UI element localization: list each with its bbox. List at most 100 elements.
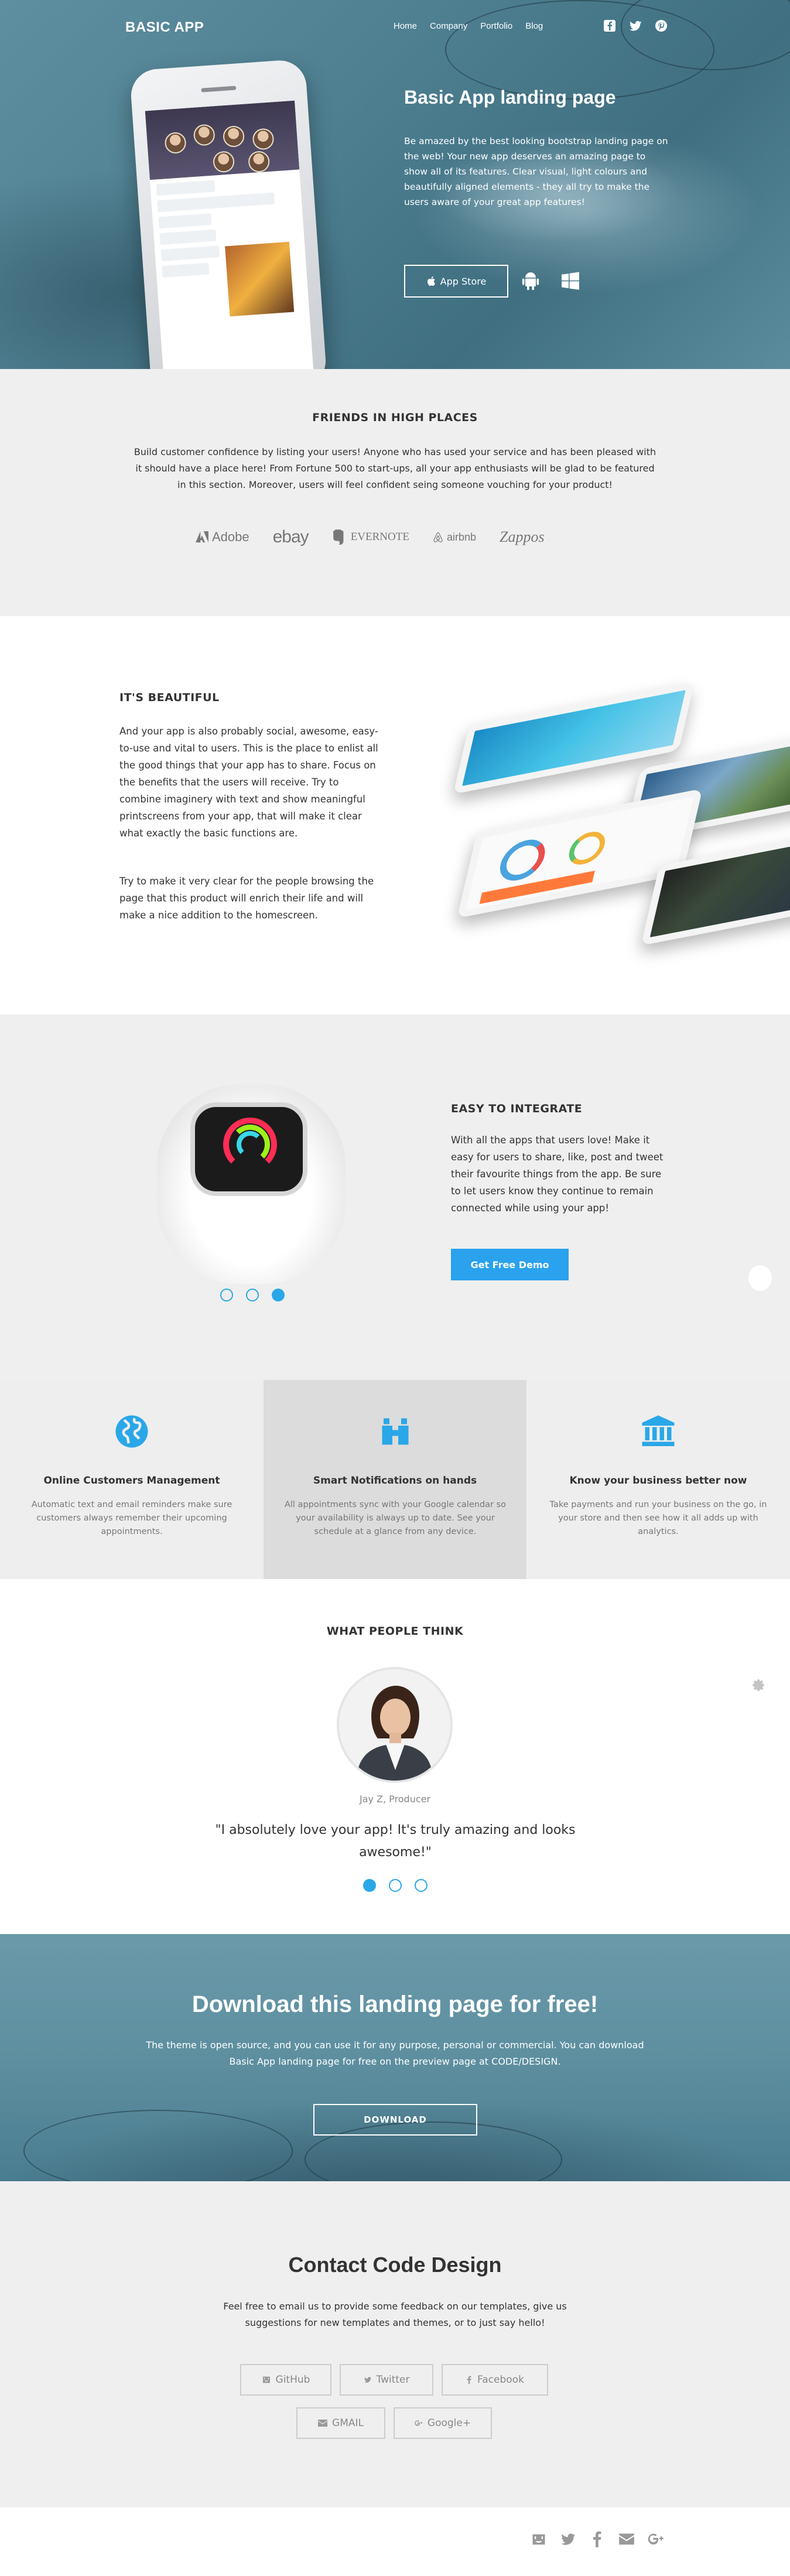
testimonial-title: WHAT PEOPLE THINK bbox=[326, 1625, 464, 1638]
facebook-icon[interactable] bbox=[602, 19, 617, 34]
avatar bbox=[252, 128, 275, 151]
nav-link-blog[interactable]: Blog bbox=[525, 21, 543, 31]
twitter-icon bbox=[364, 2377, 371, 2383]
app-header-image bbox=[145, 100, 300, 180]
gmail-button[interactable]: GMAIL bbox=[296, 2407, 385, 2439]
feature-title: Online Customers Management bbox=[43, 1475, 220, 1487]
list-item bbox=[157, 192, 275, 213]
avatar bbox=[164, 131, 187, 155]
github-icon[interactable] bbox=[531, 2531, 547, 2547]
testimonial-section: WHAT PEOPLE THINK Jay Z, Producer "I abs… bbox=[0, 1579, 790, 1934]
avatar bbox=[222, 125, 245, 148]
binoculars-icon bbox=[378, 1414, 413, 1449]
chart-ring bbox=[565, 828, 608, 868]
github-button[interactable]: GitHub bbox=[240, 2364, 331, 2396]
nav-link-home[interactable]: Home bbox=[394, 21, 417, 31]
activity-ring-stand bbox=[237, 1131, 264, 1158]
integrate-section: EASY TO INTEGRATE With all the apps that… bbox=[0, 1014, 790, 1380]
facebook-icon[interactable] bbox=[589, 2531, 606, 2547]
pinterest-icon[interactable] bbox=[654, 19, 669, 34]
twitter-icon[interactable] bbox=[560, 2531, 576, 2547]
airbnb-icon bbox=[433, 532, 443, 542]
testimonial-quote: "I absolutely love your app! It's truly … bbox=[215, 1823, 576, 1860]
phone-screen bbox=[145, 100, 314, 369]
feature-text: Automatic text and email reminders make … bbox=[31, 1500, 232, 1536]
github-icon bbox=[262, 2376, 270, 2383]
download-section: Download this landing page for free! The… bbox=[0, 1934, 790, 2181]
beautiful-title: IT'S BEAUTIFUL bbox=[119, 691, 220, 704]
download-button[interactable]: DOWNLOAD bbox=[313, 2104, 477, 2136]
footer-social bbox=[531, 2531, 664, 2547]
contact-title: Contact Code Design bbox=[288, 2253, 502, 2277]
google-plus-button[interactable]: Google+ bbox=[394, 2407, 492, 2439]
feature-title: Smart Notifications on hands bbox=[313, 1475, 477, 1487]
mail-icon bbox=[318, 2420, 328, 2427]
adobe-logo: Adobe bbox=[196, 529, 249, 545]
nav-links: Home Company Portfolio Blog bbox=[394, 21, 543, 31]
beautiful-section: IT'S BEAUTIFUL And your app is also prob… bbox=[0, 616, 790, 1014]
twitter-icon[interactable] bbox=[628, 19, 643, 34]
contact-description: Feel free to email us to provide some fe… bbox=[223, 2301, 567, 2328]
integrate-title: EASY TO INTEGRATE bbox=[451, 1102, 583, 1115]
contact-section: Contact Code Design Feel free to email u… bbox=[0, 2181, 790, 2507]
chart-ring bbox=[495, 835, 549, 885]
app-store-button[interactable]: App Store bbox=[404, 265, 508, 298]
google-plus-icon[interactable] bbox=[648, 2531, 664, 2547]
testimonial-author: Jay Z, Producer bbox=[359, 1793, 431, 1805]
bank-icon bbox=[641, 1414, 676, 1449]
feature-card: Know your business better now Take payme… bbox=[526, 1380, 790, 1579]
feature-title: Know your business better now bbox=[569, 1475, 747, 1487]
friends-description: Build customer confidence by listing you… bbox=[134, 446, 656, 490]
list-item bbox=[162, 262, 210, 278]
iphone-mockup bbox=[129, 59, 328, 369]
beautiful-paragraph-2: Try to make it very clear for the people… bbox=[119, 876, 374, 921]
facebook-button[interactable]: Facebook bbox=[442, 2364, 548, 2396]
friends-section: FRIENDS IN HIGH PLACES Build customer co… bbox=[0, 369, 790, 616]
feature-text: Take payments and run your business on t… bbox=[549, 1500, 767, 1536]
globe-icon bbox=[114, 1414, 149, 1449]
brand-logo[interactable]: BASIC APP bbox=[125, 19, 204, 36]
apple-watch-face bbox=[190, 1102, 307, 1196]
list-item bbox=[158, 213, 212, 229]
evernote-icon bbox=[332, 529, 344, 545]
avatar bbox=[212, 151, 235, 173]
chart-bar bbox=[479, 870, 595, 904]
android-icon[interactable] bbox=[520, 271, 541, 292]
phone-speaker bbox=[201, 86, 237, 93]
carousel-dot-3[interactable] bbox=[272, 1289, 285, 1301]
carousel-dot-2[interactable] bbox=[246, 1289, 259, 1301]
testimonial-avatar bbox=[337, 1667, 453, 1783]
google-plus-icon bbox=[415, 2420, 423, 2426]
nav-link-company[interactable]: Company bbox=[430, 21, 467, 31]
ebay-logo: ebay bbox=[272, 527, 309, 546]
download-title: Download this landing page for free! bbox=[191, 1991, 599, 2017]
feature-text: All appointments sync with your Google c… bbox=[284, 1500, 507, 1536]
carousel-dot-1[interactable] bbox=[363, 1879, 376, 1892]
beautiful-paragraph-1: And your app is also probably social, aw… bbox=[119, 726, 378, 839]
get-free-demo-button[interactable]: Get Free Demo bbox=[451, 1249, 569, 1280]
carousel-dot-2[interactable] bbox=[389, 1879, 402, 1892]
gear-icon[interactable] bbox=[751, 1678, 766, 1693]
apple-icon bbox=[427, 276, 435, 286]
twitter-button[interactable]: Twitter bbox=[340, 2364, 433, 2396]
airbnb-logo: airbnb bbox=[433, 531, 476, 544]
download-description: The theme is open source, and you can us… bbox=[146, 2039, 644, 2067]
feature-card: Online Customers Management Automatic te… bbox=[0, 1380, 264, 1579]
features-section: Online Customers Management Automatic te… bbox=[0, 1380, 790, 1579]
carousel-dot-1[interactable] bbox=[220, 1289, 233, 1301]
windows-icon[interactable] bbox=[560, 271, 581, 292]
friends-title: FRIENDS IN HIGH PLACES bbox=[312, 411, 478, 424]
footer bbox=[0, 2507, 790, 2576]
partner-logos: Adobe ebay EVERNOTE airbnb Zappos bbox=[196, 527, 545, 547]
facebook-icon bbox=[467, 2376, 471, 2384]
mail-icon[interactable] bbox=[618, 2531, 635, 2547]
nav-link-portfolio[interactable]: Portfolio bbox=[480, 21, 512, 31]
decorative-circle bbox=[748, 1265, 772, 1291]
app-photo bbox=[225, 241, 295, 317]
navbar: BASIC APP Home Company Portfolio Blog bbox=[0, 0, 790, 56]
list-item bbox=[156, 180, 216, 196]
app-store-label: App Store bbox=[440, 275, 487, 287]
feature-card: Smart Notifications on hands All appoint… bbox=[264, 1380, 526, 1579]
carousel-dot-3[interactable] bbox=[415, 1879, 428, 1892]
list-item bbox=[160, 245, 220, 262]
